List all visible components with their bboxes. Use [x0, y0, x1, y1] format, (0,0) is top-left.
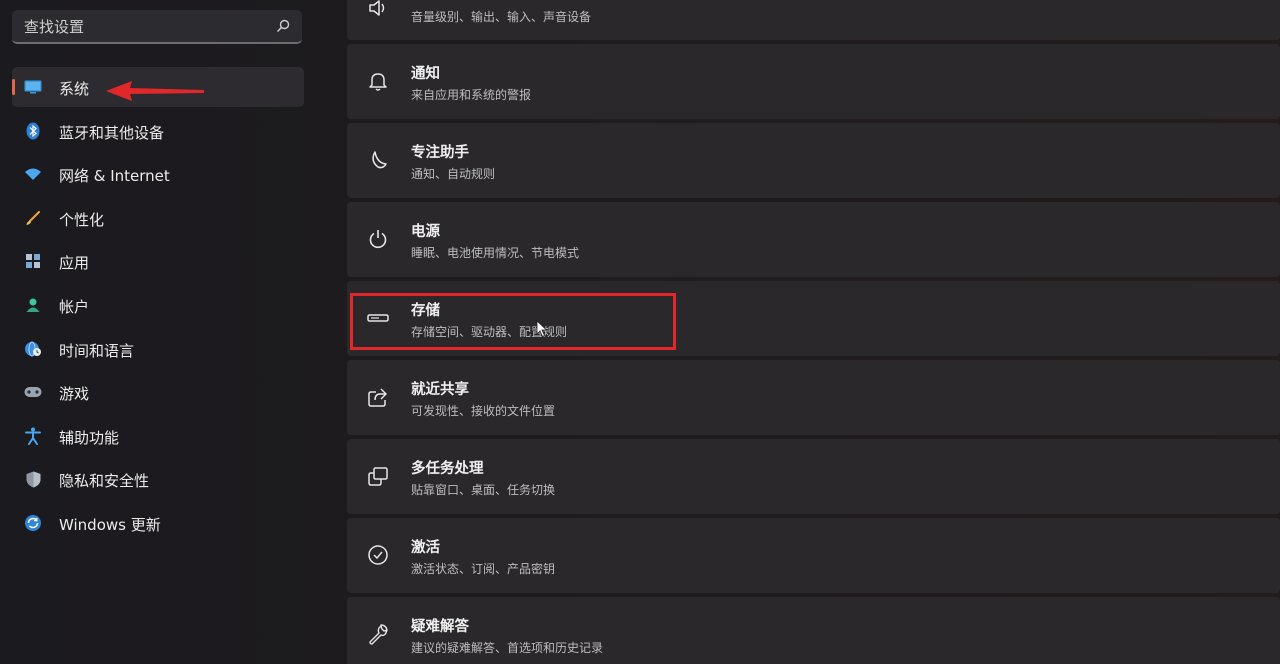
- sidebar-item-label: 辅助功能: [59, 428, 120, 447]
- settings-card-power[interactable]: 电源 睡眠、电池使用情况、节电模式: [347, 202, 1280, 277]
- search-icon[interactable]: [276, 19, 290, 33]
- sidebar-item-label: 网络 & Internet: [59, 167, 170, 186]
- accessibility-icon: [24, 427, 42, 445]
- nav-list: 系统 蓝牙和其他设备 网络 & Internet 个性化 应用 帐户 时间和语言…: [12, 67, 304, 547]
- sidebar-item-label: 时间和语言: [59, 341, 135, 360]
- person-icon: [24, 297, 42, 313]
- sidebar-item-system[interactable]: 系统: [12, 67, 304, 107]
- bell-icon: [369, 73, 387, 91]
- speaker-icon: [369, 0, 385, 16]
- sidebar-item-label: 个性化: [59, 210, 105, 229]
- settings-card-storage[interactable]: 存储 存储空间、驱动器、配置规则: [347, 281, 1280, 356]
- card-subtitle: 睡眠、电池使用情况、节电模式: [411, 246, 580, 260]
- monitor-icon: [24, 79, 42, 95]
- settings-card-focus-assist[interactable]: 专注助手 通知、自动规则: [347, 123, 1280, 198]
- main-content: 声音 音量级别、输出、输入、声音设备 通知 来自应用和系统的警报 专注助手 通知…: [347, 0, 1280, 664]
- settings-card-nearby-sharing[interactable]: 就近共享 可发现性、接收的文件位置: [347, 360, 1280, 435]
- sidebar-item-label: Windows 更新: [59, 515, 161, 534]
- bluetooth-icon: [24, 122, 42, 140]
- sidebar-item-time-language[interactable]: 时间和语言: [12, 329, 304, 369]
- card-title: 激活: [411, 540, 440, 556]
- sidebar-item-label: 应用: [59, 254, 90, 273]
- sidebar-item-bluetooth[interactable]: 蓝牙和其他设备: [12, 111, 304, 151]
- card-subtitle: 可发现性、接收的文件位置: [411, 404, 556, 418]
- settings-card-multitasking[interactable]: 多任务处理 贴靠窗口、桌面、任务切换: [347, 439, 1280, 514]
- sidebar-item-label: 帐户: [59, 297, 90, 316]
- card-subtitle: 存储空间、驱动器、配置规则: [411, 325, 568, 339]
- sidebar-item-privacy[interactable]: 隐私和安全性: [12, 459, 304, 499]
- sidebar-item-personalization[interactable]: 个性化: [12, 198, 304, 238]
- settings-card-activation[interactable]: 激活 激活状态、订阅、产品密钥: [347, 518, 1280, 593]
- card-subtitle: 激活状态、订阅、产品密钥: [411, 562, 556, 576]
- card-subtitle: 音量级别、输出、输入、声音设备: [411, 10, 592, 24]
- multitask-icon: [368, 467, 388, 486]
- search-input[interactable]: [24, 17, 264, 37]
- moon-icon: [372, 151, 387, 169]
- sidebar-item-label: 隐私和安全性: [59, 472, 150, 491]
- shield-icon: [24, 471, 42, 488]
- card-title: 专注助手: [411, 145, 469, 161]
- sidebar-item-accessibility[interactable]: 辅助功能: [12, 416, 304, 456]
- card-subtitle: 贴靠窗口、桌面、任务切换: [411, 483, 556, 497]
- settings-card-troubleshoot[interactable]: 疑难解答 建议的疑难解答、首选项和历史记录: [347, 597, 1280, 664]
- card-subtitle: 建议的疑难解答、首选项和历史记录: [411, 641, 604, 655]
- sidebar-item-label: 系统: [59, 80, 90, 98]
- storage-icon: [367, 314, 389, 322]
- settings-window: 系统 蓝牙和其他设备 网络 & Internet 个性化: [0, 0, 1280, 664]
- sidebar-item-apps[interactable]: 应用: [12, 241, 304, 281]
- sidebar-item-windows-update[interactable]: Windows 更新: [12, 503, 304, 543]
- windows-update-icon: [24, 514, 42, 531]
- card-subtitle: 来自应用和系统的警报: [411, 88, 532, 102]
- card-title: 多任务处理: [411, 461, 484, 477]
- card-title: 存储: [411, 303, 440, 319]
- wrench-icon: [369, 624, 388, 645]
- card-title: 就近共享: [411, 382, 469, 398]
- sidebar-item-accounts[interactable]: 帐户: [12, 285, 304, 325]
- gamepad-icon: [24, 384, 42, 400]
- sidebar-item-gaming[interactable]: 游戏: [12, 372, 304, 412]
- card-title: 通知: [411, 66, 440, 82]
- check-circle-icon: [368, 545, 388, 565]
- card-title: 电源: [411, 224, 440, 240]
- settings-card-notifications[interactable]: 通知 来自应用和系统的警报: [347, 44, 1280, 119]
- share-icon: [368, 388, 387, 407]
- brush-icon: [24, 210, 42, 226]
- sidebar-item-label: 蓝牙和其他设备: [59, 123, 165, 142]
- wifi-icon: [24, 166, 42, 182]
- sidebar-item-network[interactable]: 网络 & Internet: [12, 154, 304, 194]
- settings-card-sound[interactable]: 声音 音量级别、输出、输入、声音设备: [347, 0, 1280, 40]
- sidebar-item-label: 游戏: [59, 385, 90, 404]
- card-subtitle: 通知、自动规则: [411, 167, 496, 181]
- search-box[interactable]: [12, 10, 302, 44]
- card-title: 疑难解答: [411, 619, 469, 635]
- globe-clock-icon: [24, 341, 42, 357]
- sidebar: 系统 蓝牙和其他设备 网络 & Internet 个性化: [0, 0, 320, 664]
- power-icon: [369, 230, 387, 249]
- apps-icon: [24, 253, 42, 269]
